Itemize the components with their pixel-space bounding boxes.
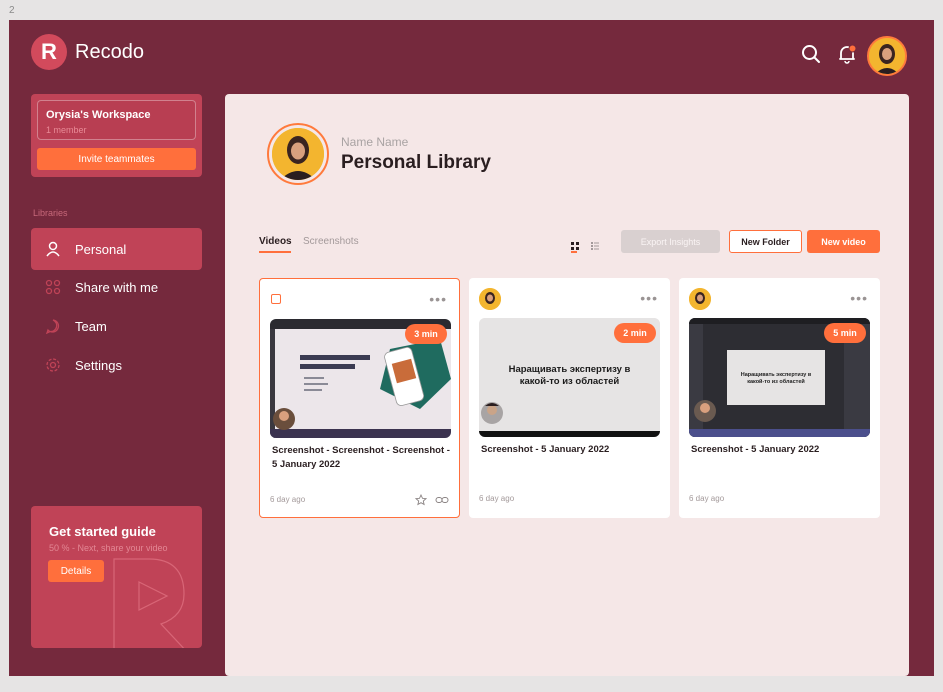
link-icon[interactable] [435,493,449,511]
user-icon [45,241,61,257]
thumbnail-caption: Наращивать экспертизу в какой-то из обла… [740,372,812,385]
select-checkbox[interactable] [271,294,281,304]
bell-icon[interactable] [837,44,857,64]
new-video-button[interactable]: New video [807,230,880,253]
video-thumbnail[interactable]: Наращивать экспертизу в какой-то из обла… [689,318,870,437]
video-card[interactable]: ••• 3 min Screenshot - Screenshot - Scre… [259,278,460,518]
libraries-label: Libraries [33,208,68,218]
view-active-indicator [571,251,577,253]
workspace-members: 1 member [46,125,87,135]
duration-badge: 5 min [824,323,866,343]
duration-badge: 3 min [405,324,447,344]
sidebar-item-settings[interactable]: Settings [31,344,202,386]
profile-avatar [267,123,329,185]
more-options-icon[interactable]: ••• [429,291,447,307]
thumbnail-caption: Наращивать экспертизу в какой-то из обла… [508,364,631,387]
tab-screenshots[interactable]: Screenshots [303,236,359,247]
star-icon[interactable] [414,493,428,511]
team-icon [45,318,61,334]
author-avatar [689,288,711,310]
sidebar-item-label: Personal [75,241,127,257]
sidebar-item-label: Settings [75,357,122,373]
more-options-icon[interactable]: ••• [850,290,868,306]
user-avatar[interactable] [867,36,907,76]
card-title: Screenshot - Screenshot - Screenshot - 5… [272,445,450,470]
card-title: Screenshot - 5 January 2022 [481,444,610,455]
app-logo[interactable]: R Recodo [31,34,144,70]
app-name: Recodo [75,40,144,63]
sidebar-item-team[interactable]: Team [31,305,202,347]
gear-icon [45,357,61,373]
workspace-name: Orysia's Workspace [46,109,151,121]
guide-title: Get started guide [49,524,156,539]
tab-videos[interactable]: Videos [259,236,292,247]
profile-name: Name Name [341,135,409,149]
frame-number: 2 [9,5,15,16]
card-date: 6 day ago [270,495,306,504]
sidebar-item-share[interactable]: Share with me [31,266,202,308]
logo-watermark-icon [113,558,185,648]
search-icon[interactable] [801,44,821,64]
app-window: R Recodo Orysia's Workspace 1 member Inv… [9,20,934,676]
video-thumbnail[interactable]: Наращивать экспертизу в какой-то из обла… [479,318,660,437]
new-folder-button[interactable]: New Folder [729,230,802,253]
author-avatar [479,288,501,310]
get-started-guide: Get started guide 50 % - Next, share you… [31,506,202,648]
main-panel: Name Name Personal Library Videos Screen… [225,94,909,676]
details-button[interactable]: Details [48,560,104,582]
export-insights-button[interactable]: Export Insights [621,230,720,253]
duration-badge: 2 min [614,323,656,343]
card-date: 6 day ago [689,494,725,503]
workspace-panel: Orysia's Workspace 1 member Invite teamm… [31,94,202,177]
sidebar-item-label: Share with me [75,279,159,295]
list-view-icon[interactable] [591,237,601,250]
video-thumbnail[interactable]: 3 min [270,319,451,438]
tab-active-indicator [259,251,291,253]
video-card[interactable]: ••• Наращивать экспертизу в какой-то из … [679,278,880,518]
more-options-icon[interactable]: ••• [640,290,658,306]
workspace-selector[interactable]: Orysia's Workspace 1 member [37,100,196,140]
card-date: 6 day ago [479,494,515,503]
invite-teammates-button[interactable]: Invite teammates [37,148,196,170]
card-actions [414,493,449,511]
logo-mark: R [31,34,67,70]
video-card[interactable]: ••• Наращивать экспертизу в какой-то из … [469,278,670,518]
card-title: Screenshot - 5 January 2022 [691,444,820,455]
guide-progress: 50 % - Next, share your video [49,543,168,553]
sidebar-item-personal[interactable]: Personal [31,228,202,270]
page-title: Personal Library [341,152,491,173]
sidebar-item-label: Team [75,318,107,334]
grid-view-icon[interactable] [571,237,581,250]
share-icon [45,279,61,295]
